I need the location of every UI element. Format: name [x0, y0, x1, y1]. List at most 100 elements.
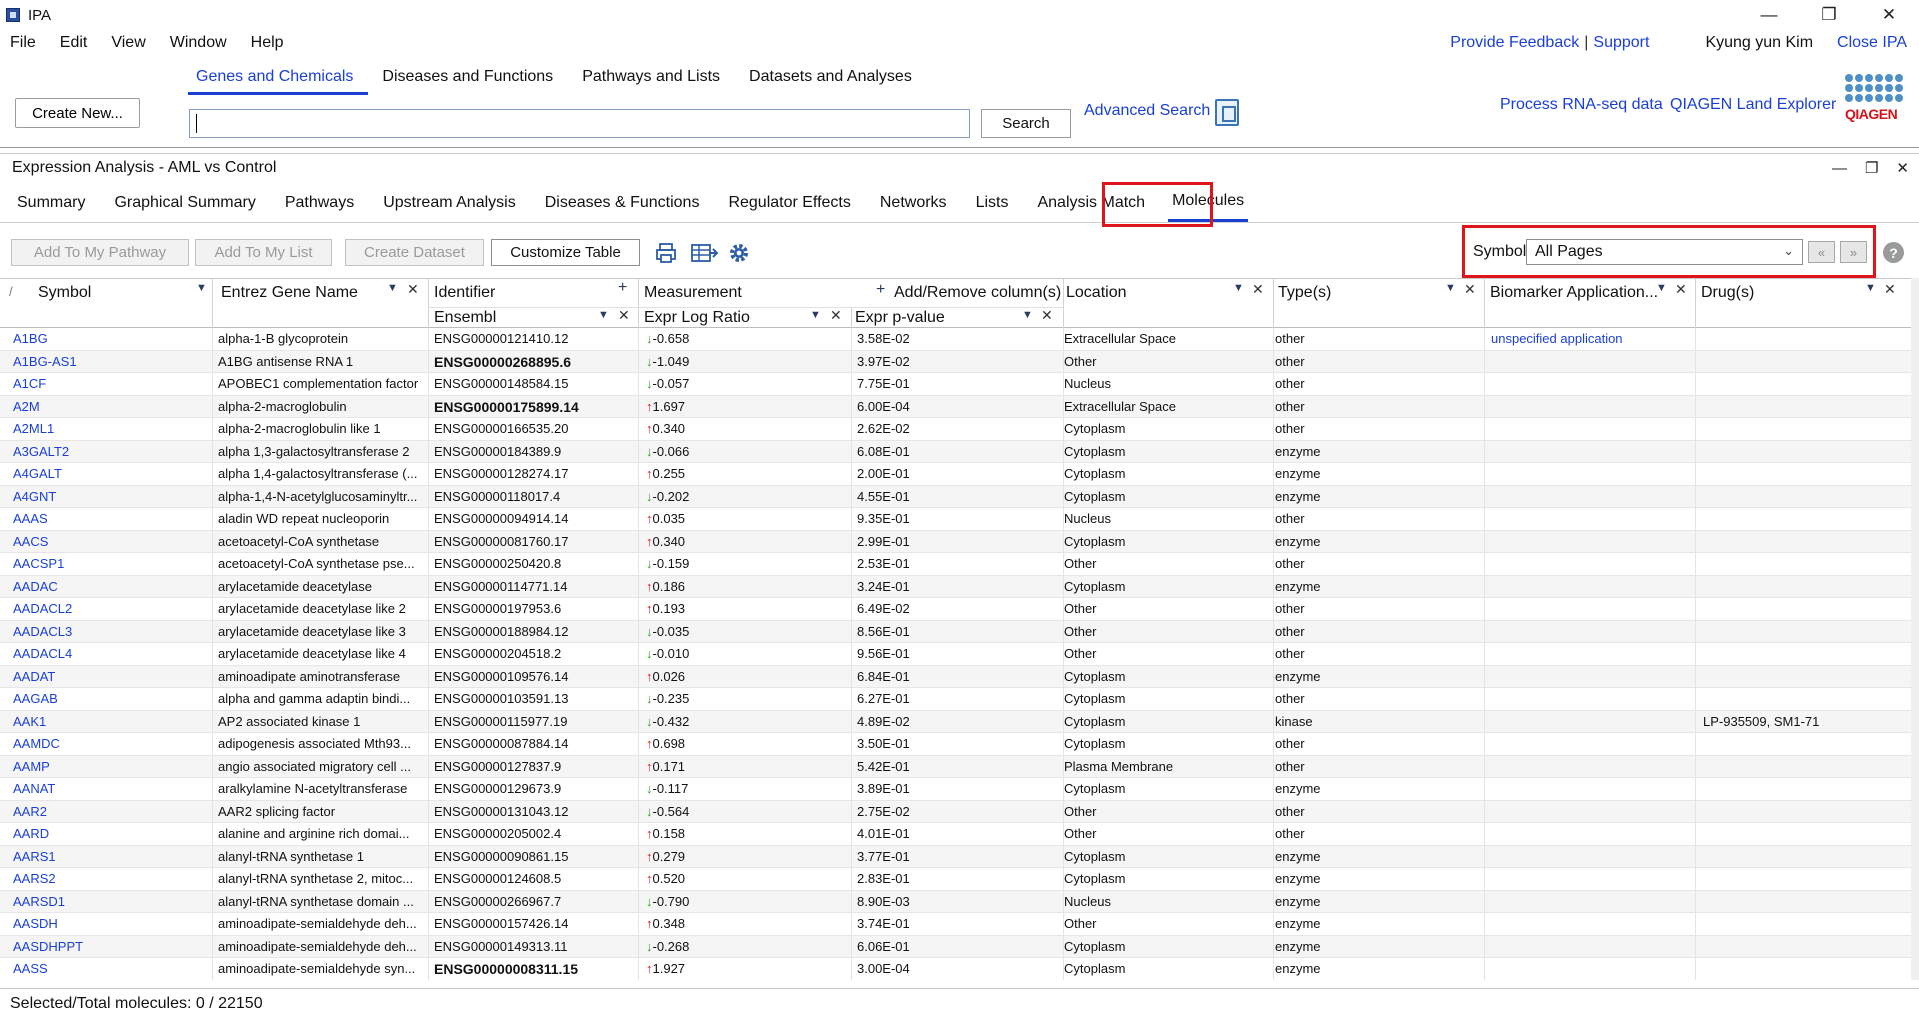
remove-column-icon[interactable]: ✕	[1252, 281, 1264, 298]
header-expr-log-ratio[interactable]: Expr Log Ratio	[644, 309, 750, 327]
gene-symbol-link[interactable]: AADAC	[13, 579, 203, 594]
gene-symbol-link[interactable]: AASS	[13, 961, 203, 976]
tab-regulator-effects[interactable]: Regulator Effects	[728, 183, 850, 222]
menu-edit[interactable]: Edit	[48, 34, 100, 52]
search-tab-genes-chemicals[interactable]: Genes and Chemicals	[188, 68, 369, 95]
table-row[interactable]: AAMP angio associated migratory cell ... E…	[0, 755, 1919, 778]
qiagen-land-explorer-link[interactable]: QIAGEN Land Explorer	[1670, 96, 1836, 114]
help-icon[interactable]: ?	[1883, 242, 1904, 263]
table-row[interactable]: A2ML1 alpha-2-macroglobulin like 1 ENSG000…	[0, 418, 1919, 441]
menu-help[interactable]: Help	[239, 34, 296, 52]
tab-upstream-analysis[interactable]: Upstream Analysis	[383, 183, 516, 222]
gene-symbol-link[interactable]: A3GALT2	[13, 444, 203, 459]
table-row[interactable]: AADAT aminoadipate aminotransferase ENSG00…	[0, 665, 1919, 688]
create-new-button[interactable]: Create New...	[15, 98, 140, 128]
search-tab-diseases-functions[interactable]: Diseases and Functions	[374, 68, 568, 95]
table-row[interactable]: AACS acetoacetyl-CoA synthetase ENSG000000…	[0, 530, 1919, 553]
header-biomarker-application[interactable]: Biomarker Application...	[1490, 284, 1658, 302]
table-row[interactable]: AASS aminoadipate-semialdehyde syn... ENSG…	[0, 958, 1919, 980]
gene-symbol-link[interactable]: A1BG	[13, 331, 203, 346]
tab-pathways[interactable]: Pathways	[285, 183, 354, 222]
table-row[interactable]: AASDH aminoadipate-semialdehyde deh... ENS…	[0, 913, 1919, 936]
panel-close-icon[interactable]: ✕	[1896, 159, 1909, 177]
add-to-my-pathway-button[interactable]: Add To My Pathway	[11, 239, 189, 266]
filter-icon[interactable]: ▼	[1445, 282, 1456, 294]
gene-symbol-link[interactable]: A4GNT	[13, 489, 203, 504]
search-input[interactable]	[189, 109, 970, 138]
support-link[interactable]: Support	[1593, 34, 1649, 52]
table-row[interactable]: AAR2 AAR2 splicing factor ENSG00000131043.…	[0, 800, 1919, 823]
panel-minimize-icon[interactable]: —	[1832, 160, 1847, 177]
header-entrez-gene-name[interactable]: Entrez Gene Name	[221, 284, 358, 302]
create-dataset-button[interactable]: Create Dataset	[345, 239, 484, 266]
header-identifier[interactable]: Identifier	[434, 284, 495, 302]
remove-column-icon[interactable]: ✕	[618, 307, 630, 324]
panel-restore-icon[interactable]: ❐	[1865, 159, 1878, 177]
close-ipa-link[interactable]: Close IPA	[1837, 34, 1907, 52]
table-row[interactable]: AASDHPPT aminoadipate-semialdehyde deh...…	[0, 935, 1919, 958]
table-row[interactable]: AARS2 alanyl-tRNA synthetase 2, mitoc... E…	[0, 868, 1919, 891]
header-ensembl[interactable]: Ensembl	[434, 309, 496, 327]
gene-symbol-link[interactable]: AASDH	[13, 916, 203, 931]
header-types[interactable]: Type(s)	[1278, 284, 1331, 302]
add-column-icon[interactable]: +	[876, 281, 885, 299]
table-row[interactable]: A4GALT alpha 1,4-galactosyltransferase (.…	[0, 463, 1919, 486]
gene-symbol-link[interactable]: AADACL4	[13, 646, 203, 661]
remove-column-icon[interactable]: ✕	[1041, 307, 1053, 324]
add-column-icon[interactable]: +	[618, 279, 627, 297]
gene-symbol-link[interactable]: AAMP	[13, 759, 203, 774]
table-row[interactable]: AADAC arylacetamide deacetylase ENSG000001…	[0, 575, 1919, 598]
remove-column-icon[interactable]: ✕	[830, 307, 842, 324]
advanced-search-link[interactable]: Advanced Search	[1084, 102, 1210, 120]
table-row[interactable]: A1BG alpha-1-B glycoprotein ENSG0000012141…	[0, 328, 1919, 351]
table-row[interactable]: AARD alanine and arginine rich domai... EN…	[0, 823, 1919, 846]
customize-table-button[interactable]: Customize Table	[491, 239, 640, 266]
gene-symbol-link[interactable]: AARS2	[13, 871, 203, 886]
symbol-page-select[interactable]: All Pages ⌄	[1526, 239, 1803, 265]
provide-feedback-link[interactable]: Provide Feedback	[1450, 34, 1579, 52]
vertical-scrollbar[interactable]	[1911, 278, 1919, 980]
gene-symbol-link[interactable]: AADACL3	[13, 624, 203, 639]
filter-icon[interactable]: ▼	[1865, 282, 1876, 294]
restore-icon[interactable]: ❐	[1799, 0, 1859, 30]
gene-symbol-link[interactable]: AADACL2	[13, 601, 203, 616]
menu-window[interactable]: Window	[158, 34, 239, 52]
table-row[interactable]: AAK1 AP2 associated kinase 1 ENSG000001159…	[0, 710, 1919, 733]
filter-icon[interactable]: ▼	[598, 309, 609, 321]
filter-icon[interactable]: ▼	[196, 282, 207, 294]
table-row[interactable]: A2M alpha-2-macroglobulin ENSG00000175899.…	[0, 395, 1919, 418]
advanced-search-icon[interactable]	[1215, 99, 1239, 126]
tab-graphical-summary[interactable]: Graphical Summary	[114, 183, 255, 222]
header-expr-p-value[interactable]: Expr p-value	[855, 309, 945, 327]
gene-symbol-link[interactable]: AASDHPPT	[13, 939, 203, 954]
table-row[interactable]: AARSD1 alanyl-tRNA synthetase domain ... E…	[0, 890, 1919, 913]
filter-icon[interactable]: ▼	[1022, 309, 1033, 321]
add-remove-columns-link[interactable]: Add/Remove column(s)	[894, 284, 1061, 302]
minimize-icon[interactable]: —	[1739, 0, 1799, 30]
gene-symbol-link[interactable]: A2ML1	[13, 421, 203, 436]
gene-symbol-link[interactable]: AANAT	[13, 781, 203, 796]
table-row[interactable]: AAGAB alpha and gamma adaptin bindi... ENS…	[0, 688, 1919, 711]
close-icon[interactable]: ✕	[1859, 0, 1919, 30]
gene-symbol-link[interactable]: AACS	[13, 534, 203, 549]
filter-icon[interactable]: ▼	[1656, 282, 1667, 294]
gene-symbol-link[interactable]: AADAT	[13, 669, 203, 684]
process-rnaseq-link[interactable]: Process RNA-seq data	[1500, 96, 1663, 114]
table-row[interactable]: A3GALT2 alpha 1,3-galactosyltransferase 2…	[0, 440, 1919, 463]
table-row[interactable]: AAAS aladin WD repeat nucleoporin ENSG0000…	[0, 508, 1919, 531]
gene-symbol-link[interactable]: AAMDC	[13, 736, 203, 751]
tab-lists[interactable]: Lists	[976, 183, 1009, 222]
table-row[interactable]: AADACL3 arylacetamide deacetylase like 3 E…	[0, 620, 1919, 643]
filter-icon[interactable]: ▼	[387, 282, 398, 294]
gene-symbol-link[interactable]: A1CF	[13, 376, 203, 391]
table-row[interactable]: AADACL4 arylacetamide deacetylase like 4 E…	[0, 643, 1919, 666]
remove-column-icon[interactable]: ✕	[1884, 281, 1896, 298]
gene-symbol-link[interactable]: AACSP1	[13, 556, 203, 571]
table-row[interactable]: AACSP1 acetoacetyl-CoA synthetase pse... E…	[0, 553, 1919, 576]
gene-symbol-link[interactable]: AAAS	[13, 511, 203, 526]
header-location[interactable]: Location	[1066, 284, 1127, 302]
add-to-my-list-button[interactable]: Add To My List	[195, 239, 332, 266]
table-row[interactable]: A1BG-AS1 A1BG antisense RNA 1 ENSG00000268…	[0, 350, 1919, 373]
table-row[interactable]: AARS1 alanyl-tRNA synthetase 1 ENSG0000009…	[0, 845, 1919, 868]
menu-view[interactable]: View	[99, 34, 157, 52]
